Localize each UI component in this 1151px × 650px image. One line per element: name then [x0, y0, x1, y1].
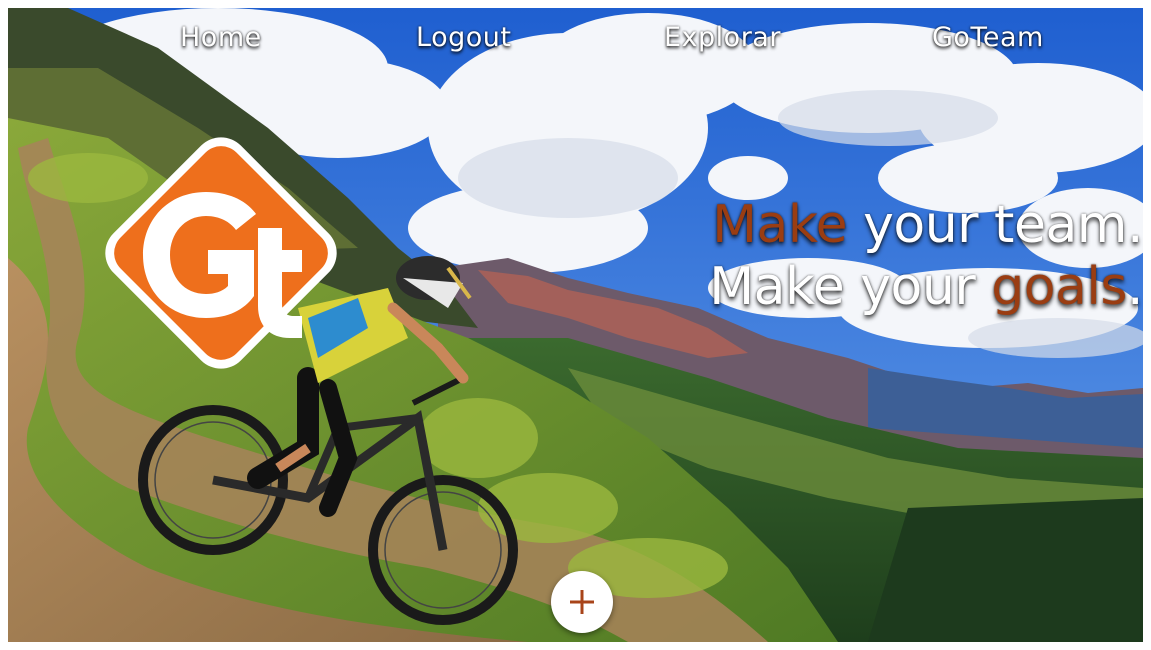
hero-banner: Home Logout Explorar GoTeam Make your te…	[8, 8, 1143, 642]
hero-tagline: Make your team. Make your goals.	[709, 194, 1143, 318]
tagline-goals-accent: goals	[991, 257, 1127, 317]
goteam-logo	[105, 137, 337, 369]
tagline-your-team: your team.	[847, 195, 1143, 255]
nav-home-link[interactable]: Home	[180, 22, 262, 53]
nav-explorar-link[interactable]: Explorar	[664, 22, 781, 53]
tagline-make-your: Make your	[709, 257, 992, 317]
tagline-line-1: Make your team.	[709, 194, 1143, 256]
nav-goteam-link[interactable]: GoTeam	[932, 22, 1044, 53]
top-navigation: Home Logout Explorar GoTeam	[8, 22, 1143, 62]
tagline-make-accent: Make	[712, 195, 848, 255]
nav-logout-link[interactable]: Logout	[416, 22, 511, 53]
plus-icon	[570, 590, 594, 614]
tagline-period: .	[1126, 257, 1143, 317]
tagline-line-2: Make your goals.	[709, 256, 1143, 318]
add-button[interactable]	[551, 571, 613, 633]
